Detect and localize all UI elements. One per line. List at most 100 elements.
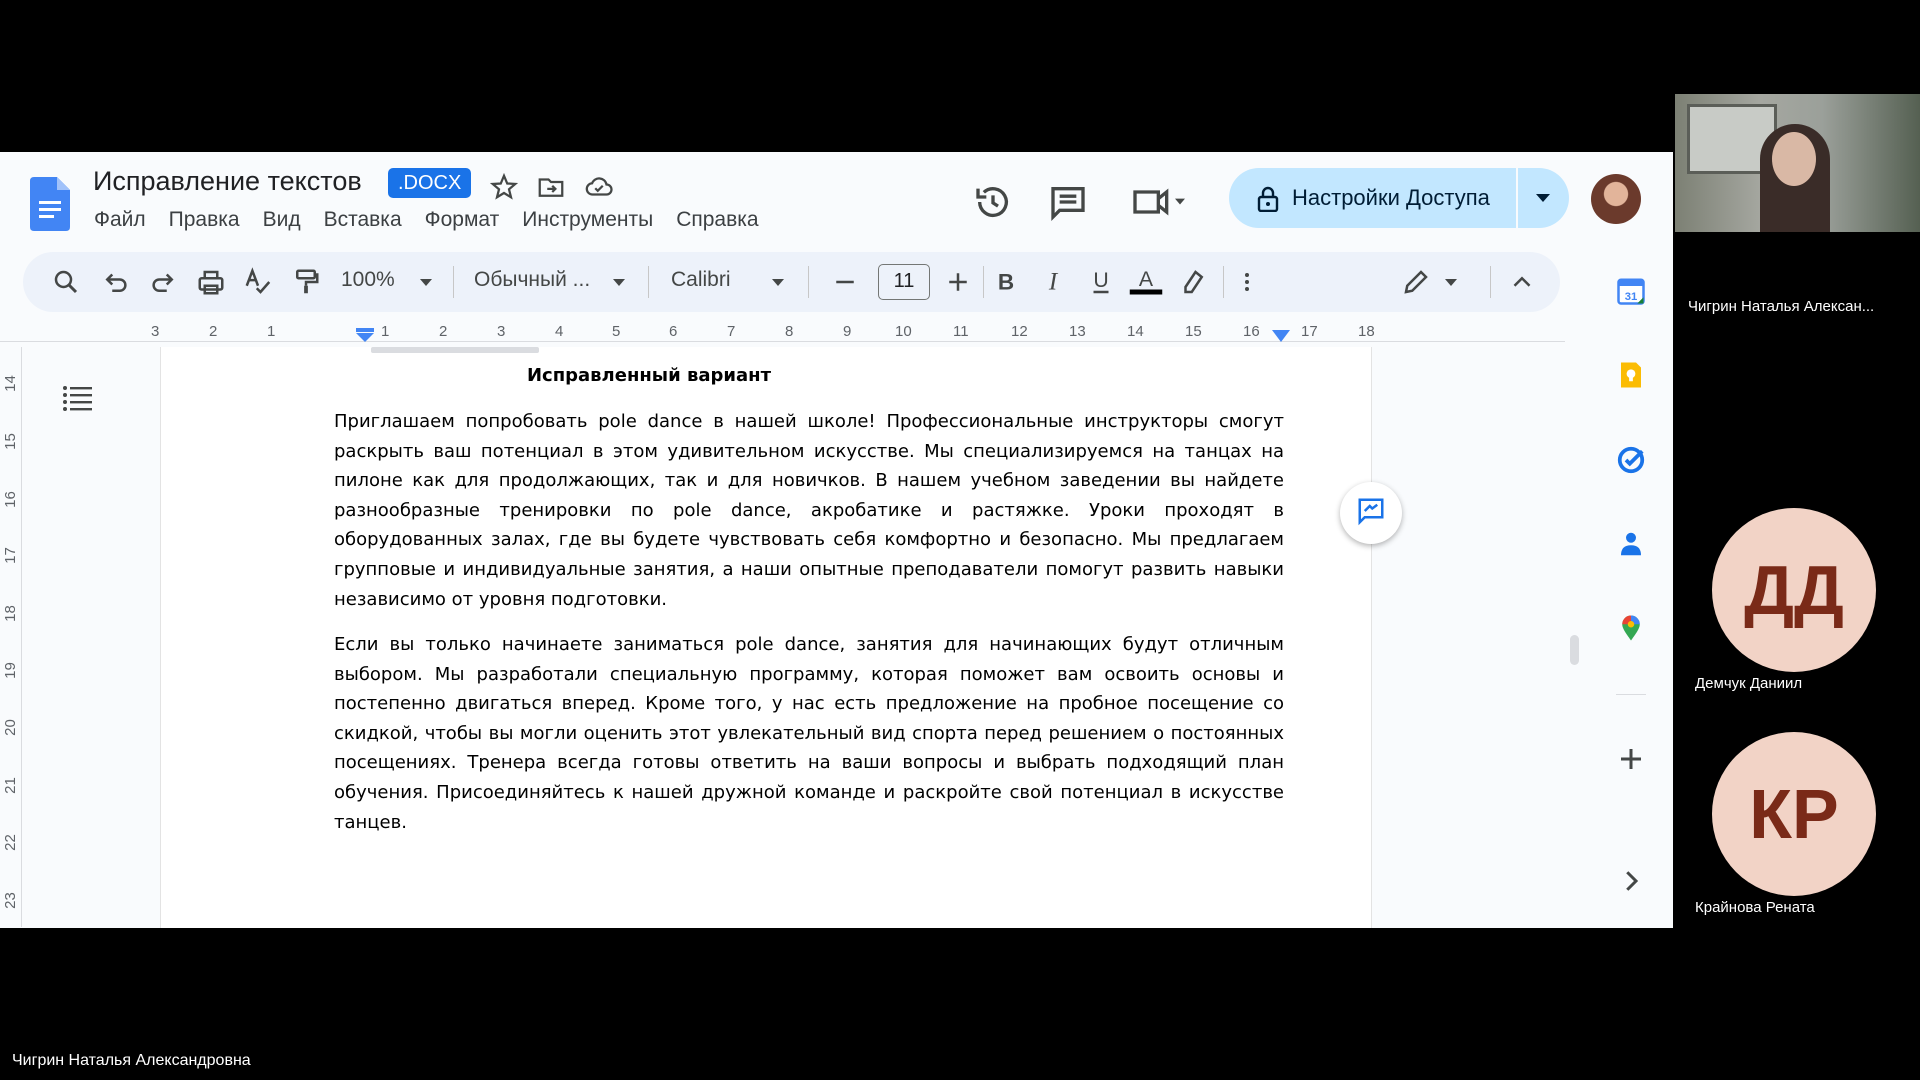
ruler-label: 13: [1069, 323, 1086, 340]
share-button-label: Настройки Доступа: [1292, 185, 1490, 210]
decrease-font-size-icon[interactable]: [830, 267, 860, 297]
ruler-label: 19: [1, 662, 19, 679]
toolbar-divider: [648, 266, 649, 298]
tasks-icon[interactable]: [1616, 445, 1646, 475]
underline-icon[interactable]: U: [1086, 267, 1116, 297]
highlight-color-icon[interactable]: [1178, 267, 1208, 297]
spellcheck-icon[interactable]: [243, 267, 273, 297]
participant-camera-tile[interactable]: [1675, 94, 1920, 232]
collapse-toolbar-icon[interactable]: [1507, 267, 1537, 297]
camera-face: [1772, 132, 1816, 186]
menu-file[interactable]: Файл: [94, 208, 146, 232]
share-divider: [1516, 168, 1518, 228]
ruler-label: 1: [267, 323, 276, 340]
contacts-icon[interactable]: [1616, 529, 1646, 559]
increase-font-size-icon[interactable]: [943, 267, 973, 297]
docs-logo-icon[interactable]: [30, 177, 70, 231]
zoom-caret-icon[interactable]: [420, 279, 432, 286]
style-caret-icon[interactable]: [613, 279, 625, 286]
meeting-stage: Исправление текстов .DOCX Файл Правка Ви…: [0, 0, 1920, 1080]
side-panel-rail: 31: [1590, 252, 1670, 928]
menu-edit[interactable]: Правка: [169, 208, 240, 232]
keep-icon[interactable]: [1616, 360, 1646, 390]
font-select[interactable]: Calibri: [671, 268, 731, 292]
vertical-ruler[interactable]: 14 15 16 17 18 19 20 21 22 23: [0, 347, 22, 927]
right-indent-marker-icon[interactable]: [1272, 330, 1290, 342]
page-break-marker: [371, 347, 539, 353]
docs-header: Исправление текстов .DOCX Файл Правка Ви…: [0, 152, 1673, 252]
document-paragraph: Приглашаем попробовать pole dance в наше…: [334, 411, 1284, 610]
document-heading: Исправленный вариант: [526, 365, 772, 386]
add-comment-icon: [1358, 498, 1384, 526]
editing-mode-caret-icon[interactable]: [1445, 279, 1457, 286]
svg-text:U: U: [1093, 268, 1108, 292]
ruler-label: 6: [669, 323, 678, 340]
ruler-label: 2: [439, 323, 448, 340]
menu-insert[interactable]: Вставка: [324, 208, 402, 232]
ruler-label: 15: [1185, 323, 1202, 340]
vertical-scrollbar[interactable]: [1570, 635, 1579, 665]
text-color-icon[interactable]: A: [1126, 267, 1166, 297]
ruler-label: 18: [1358, 323, 1375, 340]
menu-tools[interactable]: Инструменты: [522, 208, 653, 232]
menu-help[interactable]: Справка: [676, 208, 758, 232]
redo-icon[interactable]: [148, 267, 178, 297]
presenter-name: Чигрин Наталья Александровна: [12, 1052, 251, 1069]
ruler-label: 11: [953, 323, 969, 340]
ruler-label: 17: [1, 547, 19, 564]
document-page[interactable]: Исправленный вариант Приглашаем попробов…: [160, 347, 1372, 928]
ruler-label: 20: [1, 719, 19, 736]
participant-avatar[interactable]: КР: [1712, 732, 1876, 896]
font-caret-icon[interactable]: [772, 279, 784, 286]
toolbar-divider: [453, 266, 454, 298]
ruler-label: 22: [1, 834, 19, 851]
bold-icon[interactable]: B: [991, 267, 1021, 297]
maps-icon[interactable]: [1616, 613, 1646, 643]
horizontal-ruler[interactable]: 3 2 1 1 2 3 4 5 6 7 8 9 10 11 12 13 14 1…: [0, 320, 1565, 342]
left-indent-marker-icon[interactable]: [355, 328, 375, 342]
ruler-label: 5: [612, 323, 621, 340]
docx-badge: .DOCX: [388, 168, 472, 198]
print-icon[interactable]: [196, 267, 226, 297]
lock-icon: [1257, 186, 1279, 212]
search-menus-icon[interactable]: [51, 267, 81, 297]
menu-format[interactable]: Формат: [425, 208, 500, 232]
share-button[interactable]: Настройки Доступа: [1229, 168, 1569, 228]
account-avatar[interactable]: [1591, 174, 1641, 224]
calendar-icon[interactable]: 31: [1616, 276, 1646, 306]
get-add-ons-icon[interactable]: [1616, 744, 1646, 774]
ruler-label: 17: [1301, 323, 1318, 340]
share-dropdown-icon[interactable]: [1536, 194, 1550, 202]
meet-video-icon[interactable]: [1130, 182, 1190, 222]
paragraph-style-select[interactable]: Обычный ...: [474, 268, 590, 292]
document-title[interactable]: Исправление текстов: [93, 166, 362, 197]
svg-text:I: I: [1048, 269, 1059, 296]
google-docs-window: Исправление текстов .DOCX Файл Правка Ви…: [0, 152, 1673, 928]
toolbar-divider: [1223, 266, 1224, 298]
toolbar-divider: [983, 266, 984, 298]
editing-mode-icon[interactable]: [1401, 267, 1431, 297]
cloud-saved-icon[interactable]: [584, 172, 614, 202]
font-size-input[interactable]: 11: [878, 264, 930, 300]
document-outline-icon[interactable]: [62, 385, 92, 411]
ruler-label: 23: [1, 892, 19, 909]
more-options-icon[interactable]: [1235, 267, 1259, 297]
svg-text:B: B: [998, 270, 1014, 295]
svg-text:31: 31: [1625, 291, 1638, 303]
ruler-label: 12: [1011, 323, 1028, 340]
participant-avatar[interactable]: ДД: [1712, 508, 1876, 672]
star-icon[interactable]: [489, 172, 519, 202]
paint-format-icon[interactable]: [291, 267, 321, 297]
rail-divider: [1616, 694, 1646, 695]
italic-icon[interactable]: I: [1038, 267, 1068, 297]
menu-view[interactable]: Вид: [263, 208, 301, 232]
move-folder-icon[interactable]: [536, 172, 566, 202]
version-history-icon[interactable]: [973, 182, 1013, 222]
comments-icon[interactable]: [1048, 182, 1088, 222]
zoom-select[interactable]: 100%: [341, 268, 395, 292]
add-comment-button[interactable]: [1340, 482, 1402, 544]
expand-side-panel-icon[interactable]: [1616, 866, 1646, 896]
undo-icon[interactable]: [101, 267, 131, 297]
formatting-toolbar: 100% Обычный ... Calibri 11 B I U A: [23, 252, 1560, 312]
ruler-label: 2: [209, 323, 218, 340]
